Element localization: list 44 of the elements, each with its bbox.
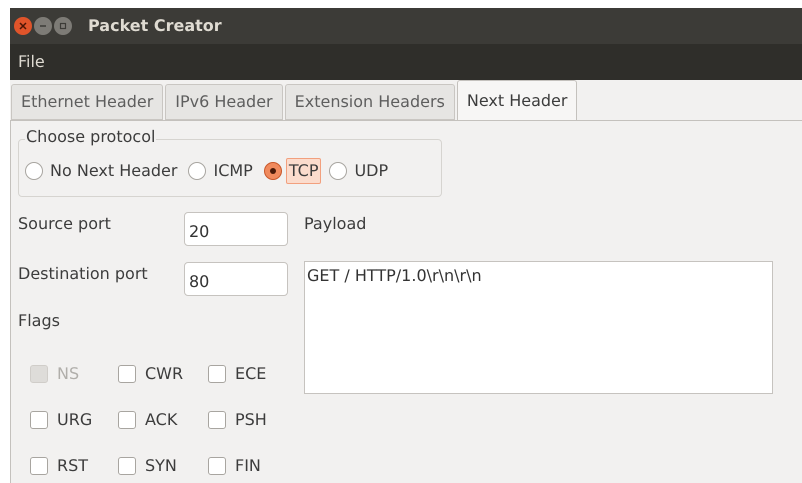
radio-label[interactable]: No Next Header	[47, 158, 180, 184]
minimize-button[interactable]	[34, 17, 52, 35]
group-title: Choose protocol	[25, 127, 156, 147]
tab[interactable]: Extension Headers	[284, 84, 455, 120]
maximize-icon	[59, 22, 67, 30]
port-field[interactable]: 80	[184, 262, 288, 296]
checkbox-label: FIN	[235, 455, 261, 477]
checkbox-label: ECE	[235, 363, 266, 385]
checkbox[interactable]	[118, 365, 136, 383]
close-icon	[19, 22, 27, 30]
menu-item[interactable]: File	[18, 50, 45, 74]
field-label: Destination port	[18, 263, 149, 285]
radio-button[interactable]	[188, 162, 206, 180]
checkbox-label: PSH	[235, 409, 267, 431]
close-button[interactable]	[14, 17, 32, 35]
checkbox[interactable]	[118, 411, 136, 429]
maximize-button[interactable]	[54, 17, 72, 35]
window-title: Packet Creator	[88, 15, 222, 37]
checkbox[interactable]	[118, 457, 136, 475]
checkbox-label: NS	[57, 363, 80, 385]
flags-label: Flags	[18, 310, 61, 332]
checkbox-label: RST	[57, 455, 88, 477]
payload-field[interactable]: GET / HTTP/1.0\r\n\r\n	[304, 261, 773, 394]
radio-button[interactable]	[25, 162, 43, 180]
tab[interactable]: Ethernet Header	[11, 84, 164, 120]
checkbox-label: CWR	[145, 363, 184, 385]
payload-label: Payload	[304, 213, 368, 235]
checkbox-label: ACK	[145, 409, 178, 431]
radio-button[interactable]	[329, 162, 348, 180]
field-label: Source port	[18, 213, 112, 235]
tab[interactable]: Next Header	[456, 80, 578, 120]
checkbox-label: URG	[57, 409, 92, 431]
checkbox[interactable]	[30, 457, 48, 475]
radio-label[interactable]: UDP	[351, 158, 392, 184]
checkbox[interactable]	[30, 411, 48, 429]
checkbox[interactable]	[208, 457, 226, 475]
radio-label[interactable]: ICMP	[210, 158, 256, 184]
radio-label[interactable]: TCP	[286, 158, 322, 184]
tab[interactable]: IPv6 Header	[165, 84, 283, 120]
radio-button[interactable]	[264, 162, 282, 180]
checkbox-label: SYN	[145, 455, 177, 477]
checkbox[interactable]	[208, 411, 226, 429]
port-field[interactable]: 20	[184, 212, 288, 246]
checkbox[interactable]	[208, 365, 226, 383]
